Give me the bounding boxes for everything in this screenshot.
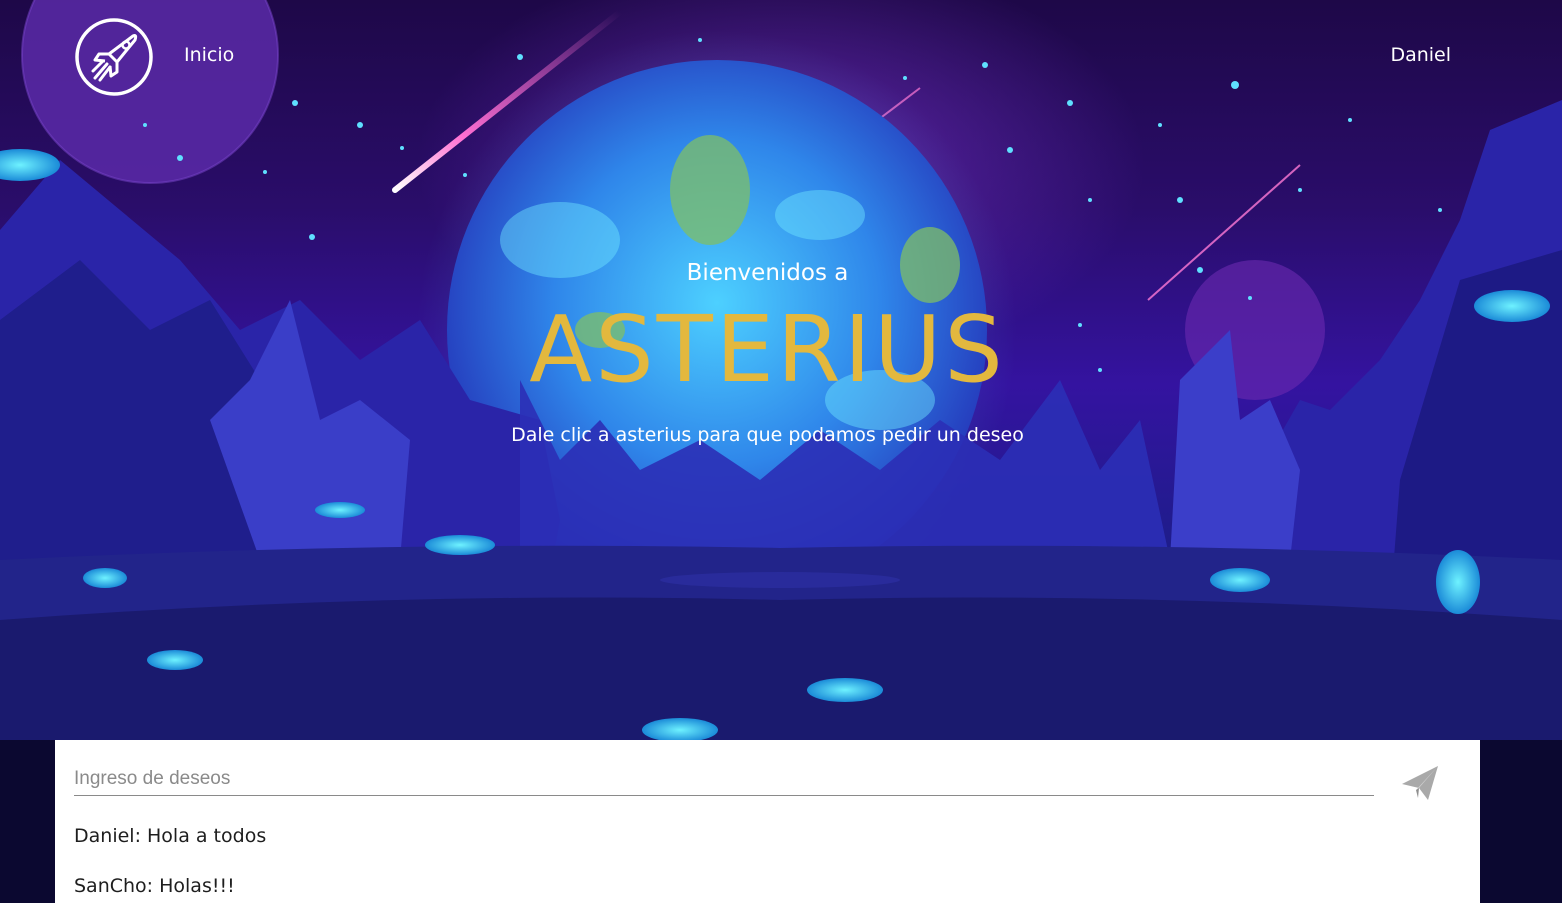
wish-input[interactable] [74,762,1374,796]
rocket-icon [75,18,153,96]
chat-message: SanCho: Holas!!! [74,875,235,897]
hero-tagline: Dale clic a asterius para que podamos pe… [511,424,1024,446]
nav-user-link[interactable]: Daniel [1390,44,1451,66]
hero-banner: Inicio Daniel Bienvenidos a ASTERIUS Dal… [0,0,1562,740]
send-button[interactable] [1398,760,1444,806]
welcome-heading: Bienvenidos a [686,260,849,286]
send-icon [1402,766,1438,800]
chat-message: Daniel: Hola a todos [74,825,267,847]
brand-title-asterius[interactable]: ASTERIUS [0,296,1535,403]
nav-home-link[interactable]: Inicio [184,44,234,66]
rocket-logo[interactable] [73,16,155,98]
wish-panel: Daniel: Hola a todos SanCho: Holas!!! [55,740,1480,903]
